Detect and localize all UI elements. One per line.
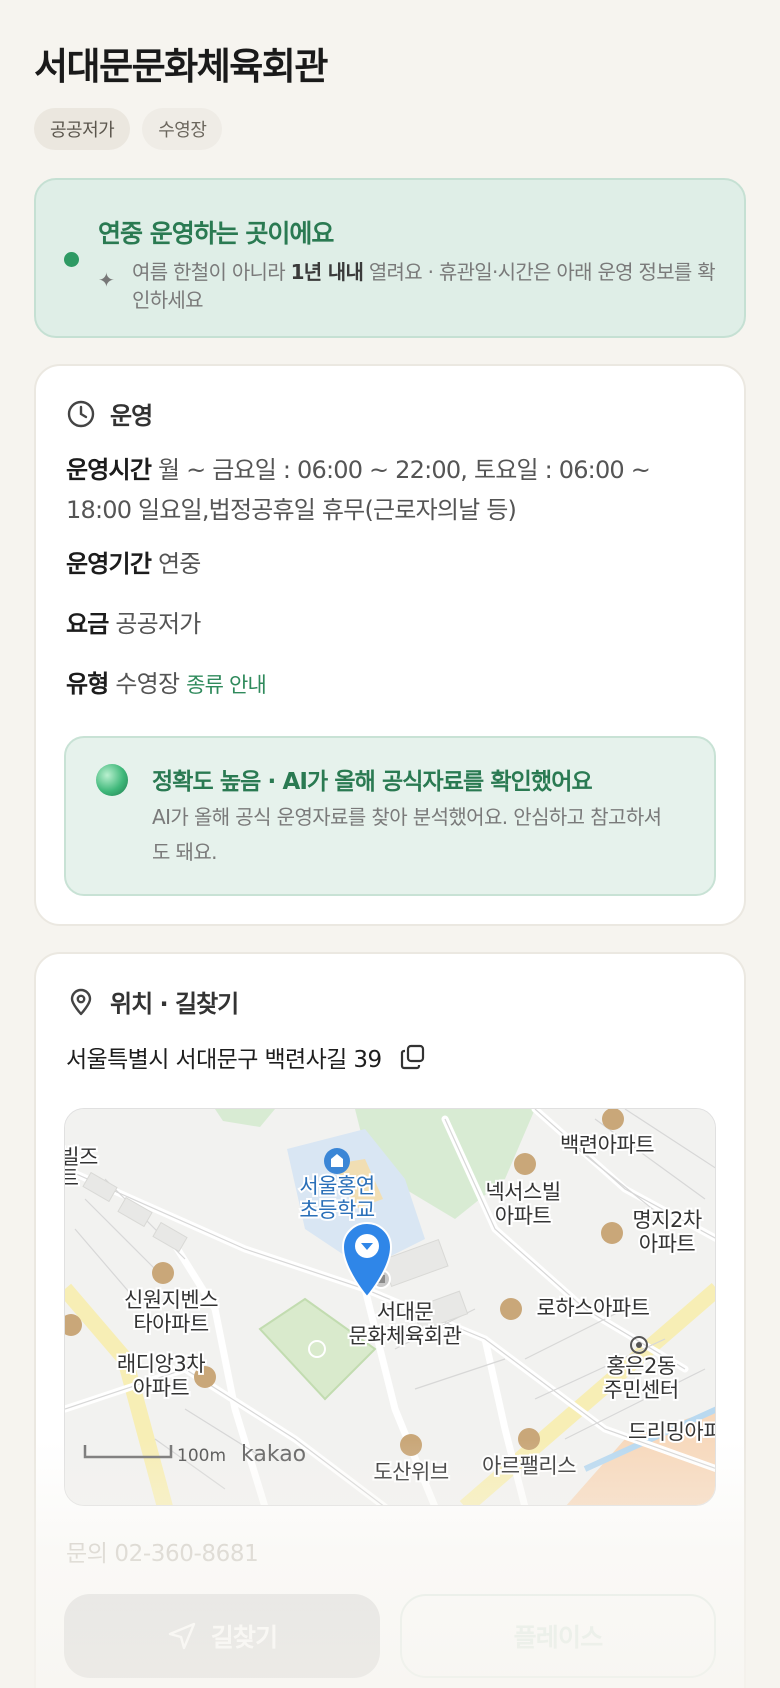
period-row: 운영기간 연중 <box>66 544 716 584</box>
map-label-myeongji-1: 명지2차 <box>632 1208 702 1232</box>
ai-orb-icon <box>96 764 128 796</box>
tag-chip-type[interactable]: 수영장 <box>142 108 223 150</box>
map-label-rohas: 로하스아파트 <box>537 1296 650 1320</box>
map-label-sinwon-2: 타아파트 <box>133 1312 208 1336</box>
map-label-venue-2: 문화체육회관 <box>349 1324 462 1348</box>
fee-row: 요금 공공저가 <box>66 604 716 644</box>
location-title: 위치 · 길찾기 <box>110 990 239 1018</box>
hours-row: 운영시간 월 ~ 금요일 : 06:00 ~ 22:00, 토요일 : 06:0… <box>66 450 716 530</box>
map-label-baekryeon: 백련아파트 <box>560 1133 654 1157</box>
sparkle-icon: ✦ <box>98 268 115 292</box>
tag-list: 공공저가 수영장 <box>34 108 223 150</box>
tag-chip-fee[interactable]: 공공저가 <box>34 108 131 150</box>
page: 서대문문화체육회관 공공저가 수영장 연중 운영하는 곳이에요 ✦ 여름 한철이… <box>0 0 780 1688</box>
svg-text:100m: 100m <box>177 1446 226 1466</box>
place-button-label: 플레이스 <box>513 1623 604 1652</box>
navigate-button[interactable]: 길찾기 <box>64 1594 380 1678</box>
map-label-arte: 아르팰리스 <box>482 1454 576 1478</box>
ai-body: AI가 올해 공식 운영자료를 찾아 분석했어요. 안심하고 참고하셔도 돼요. <box>152 805 662 864</box>
ai-title: 정확도 높음 · AI가 올해 공식자료를 확인했어요 <box>152 769 593 795</box>
copy-icon[interactable] <box>399 1043 427 1071</box>
fee-label: 요금 <box>66 610 109 638</box>
map-label-dosan: 도산위브 <box>373 1460 448 1484</box>
phone-text[interactable]: 문의 02-360-8681 <box>66 1534 259 1568</box>
map-label-myeongji-2: 아파트 <box>639 1232 696 1256</box>
clock-icon <box>67 400 95 427</box>
hours-value: 월 ~ 금요일 : 06:00 ~ 22:00, 토요일 : 06:00 ~ 1… <box>66 456 651 524</box>
map-label-nexus-1: 넥서스빌 <box>485 1180 560 1204</box>
map-label-venue-1: 서대문 <box>377 1300 434 1324</box>
map-label-school-2: 초등학교 <box>299 1198 374 1222</box>
map-brand-logo: kakao <box>241 1442 306 1467</box>
map-label-dreaming: 드리밍아피 <box>628 1420 716 1444</box>
operation-title: 운영 <box>110 402 153 430</box>
map-label-hongeun-1: 홍은2동 <box>606 1354 676 1378</box>
type-value: 수영장 <box>115 670 180 698</box>
map-label-radiang-1: 래디앙3차 <box>117 1352 205 1376</box>
notice-body: 여름 한철이 아니라 1년 내내 열려요 · 휴관일·시간은 아래 운영 정보를… <box>132 260 716 312</box>
map-label-radiang-2: 아파트 <box>133 1376 190 1400</box>
operation-header: 운영 <box>66 396 153 431</box>
map-label-school-1: 서울홍연 <box>299 1174 374 1198</box>
address-row: 서울특별시 서대문구 백련사길 39 <box>66 1040 427 1074</box>
map-label-sinwon-1: 신원지벤스 <box>124 1288 218 1312</box>
navigate-button-label: 길찾기 <box>210 1623 278 1652</box>
map-label-hongeun-2: 주민센터 <box>603 1378 678 1402</box>
page-title: 서대문문화체육회관 <box>34 45 328 88</box>
location-map[interactable]: 서울홍연 초등학교 서대문 문화체육회관 백련아파트 넥서스빌 아파트 명지2차… <box>64 1108 716 1506</box>
address-text: 서울특별시 서대문구 백련사길 39 <box>66 1047 382 1073</box>
type-label: 유형 <box>66 670 109 698</box>
year-round-notice: 연중 운영하는 곳이에요 ✦ 여름 한철이 아니라 1년 내내 열려요 · 휴관… <box>34 178 746 338</box>
fee-value: 공공저가 <box>115 610 201 638</box>
navigation-arrow-icon <box>168 1622 195 1650</box>
location-card: 위치 · 길찾기 서울특별시 서대문구 백련사길 39 서울홍연 초등학교 서대… <box>34 952 746 1688</box>
map-label-left-cut-2: 트 <box>65 1166 79 1190</box>
ai-accuracy-box: 정확도 높음 · AI가 올해 공식자료를 확인했어요 AI가 올해 공식 운영… <box>64 736 716 896</box>
type-row: 유형 수영장 종류 안내 <box>66 664 716 705</box>
hours-label: 운영시간 <box>66 456 152 484</box>
notice-heading: 연중 운영하는 곳이에요 <box>98 219 334 248</box>
period-value: 연중 <box>157 550 201 578</box>
map-label-nexus-2: 아파트 <box>495 1204 552 1228</box>
notice-bold: 1년 내내 <box>290 260 364 284</box>
operation-card: 운영 운영시간 월 ~ 금요일 : 06:00 ~ 22:00, 토요일 : 0… <box>34 364 746 926</box>
location-header: 위치 · 길찾기 <box>66 984 239 1019</box>
location-pin-icon <box>70 988 92 1015</box>
type-guide-link[interactable]: 종류 안내 <box>186 673 267 697</box>
status-dot-icon <box>64 252 79 267</box>
place-button[interactable]: 플레이스 <box>400 1594 716 1678</box>
map-canvas[interactable]: 서울홍연 초등학교 서대문 문화체육회관 백련아파트 넥서스빌 아파트 명지2차… <box>65 1109 716 1506</box>
period-label: 운영기간 <box>66 550 152 578</box>
